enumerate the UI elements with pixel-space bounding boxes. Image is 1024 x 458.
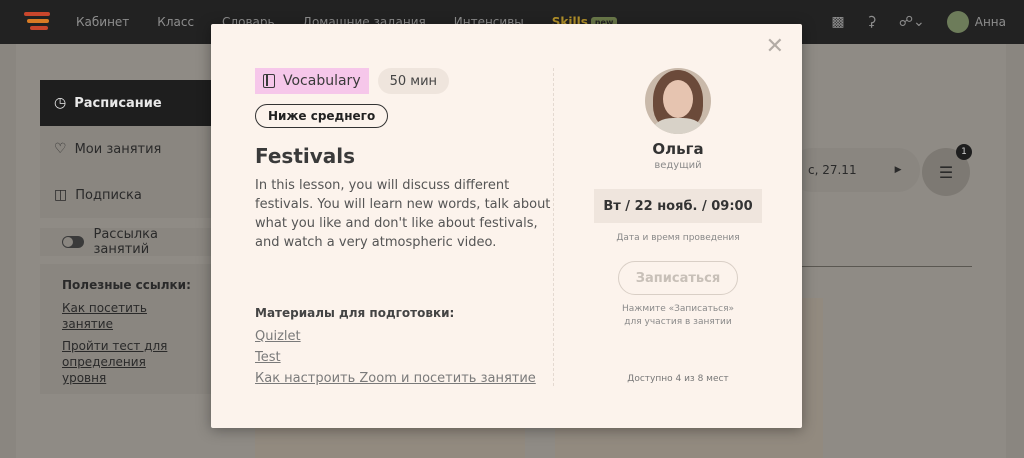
divider (800, 266, 972, 267)
material-link-quizlet[interactable]: Quizlet (255, 326, 536, 347)
filter-count-badge: 1 (956, 144, 972, 160)
useful-links: Полезные ссылки: Как посетить занятие Пр… (40, 264, 215, 394)
tag-row: Vocabulary 50 мин (255, 68, 555, 94)
materials-list: Quizlet Test Как настроить Zoom и посети… (255, 326, 536, 389)
lesson-details-modal: ✕ Vocabulary 50 мин Ниже среднего Festiv… (211, 24, 802, 428)
material-link-zoom-guide[interactable]: Как настроить Zoom и посетить занятие (255, 368, 536, 389)
signup-hint: Нажмите «Записаться» для участия в занят… (621, 304, 735, 327)
teacher-panel: Ольга ведущий Вт / 22 нояб. / 09:00 Дата… (593, 68, 763, 329)
filter-sliders-icon: ☰ (938, 162, 954, 182)
bell-icon[interactable]: ⚳ (867, 14, 877, 30)
logo[interactable] (24, 12, 50, 32)
top-icons: ▩ ⚳ ☍⌄ Анна (831, 0, 1006, 44)
signup-button[interactable]: Записаться (618, 261, 738, 295)
sidebar-item-label: Подписка (75, 187, 142, 203)
user-menu[interactable]: Анна (946, 11, 1006, 33)
sidebar-item-my-lessons[interactable]: ♡ Мои занятия (40, 126, 215, 172)
category-label: Vocabulary (283, 73, 361, 89)
sidebar: ◷ Расписание ♡ Мои занятия ◫ Подписка Ра… (40, 80, 215, 394)
next-arrow-icon[interactable]: ▶ (895, 165, 902, 175)
close-icon[interactable]: ✕ (766, 36, 784, 58)
column-divider (553, 68, 554, 386)
level-badge: Ниже среднего (255, 104, 389, 128)
newsletter-label: Рассылка занятий (93, 227, 159, 257)
sidebar-item-schedule[interactable]: ◷ Расписание (40, 80, 215, 126)
category-tag: Vocabulary (255, 68, 369, 94)
material-link-test[interactable]: Test (255, 347, 536, 368)
support-headset-icon[interactable]: ☍⌄ (899, 14, 925, 30)
heart-icon: ♡ (54, 141, 67, 157)
link-how-to-attend[interactable]: Как посетить занятие (62, 300, 193, 332)
nav-item-cabinet[interactable]: Кабинет (76, 15, 129, 29)
lesson-datetime: Вт / 22 нояб. / 09:00 (594, 189, 762, 223)
materials-title: Материалы для подготовки: (255, 306, 455, 320)
availability-text: Доступно 4 из 8 мест (627, 374, 729, 384)
datetime-caption: Дата и время проведения (616, 233, 740, 243)
lesson-description: In this lesson, you will discuss differe… (255, 178, 551, 250)
filter-button[interactable]: ☰ 1 (922, 144, 972, 196)
sidebar-item-subscription[interactable]: ◫ Подписка (40, 172, 215, 218)
lesson-title: Festivals (255, 144, 356, 168)
date-selector[interactable]: с, 27.11 ▶ (790, 148, 920, 192)
user-name: Анна (974, 15, 1006, 29)
link-level-test[interactable]: Пройти тест для определения уровня (62, 338, 193, 386)
newsletter-toggle[interactable] (62, 236, 84, 248)
teacher-role: ведущий (654, 160, 702, 171)
gift-icon[interactable]: ▩ (831, 14, 844, 30)
avatar (946, 11, 969, 33)
nav-item-class[interactable]: Класс (157, 15, 194, 29)
teacher-name: Ольга (652, 140, 704, 158)
duration-tag: 50 мин (377, 68, 450, 94)
date-label: с, 27.11 (808, 163, 857, 177)
sidebar-item-label: Расписание (74, 95, 162, 111)
sidebar-item-label: Мои занятия (74, 141, 162, 157)
sidebar-menu: ◷ Расписание ♡ Мои занятия ◫ Подписка (40, 80, 215, 218)
clock-icon: ◷ (54, 95, 67, 111)
lesson-info: Vocabulary 50 мин Ниже среднего Festival… (255, 68, 555, 252)
teacher-avatar (645, 68, 711, 134)
book-icon (263, 74, 275, 88)
useful-links-title: Полезные ссылки: (62, 278, 191, 292)
ticket-icon: ◫ (54, 187, 68, 203)
newsletter-toggle-row: Рассылка занятий (40, 227, 215, 257)
